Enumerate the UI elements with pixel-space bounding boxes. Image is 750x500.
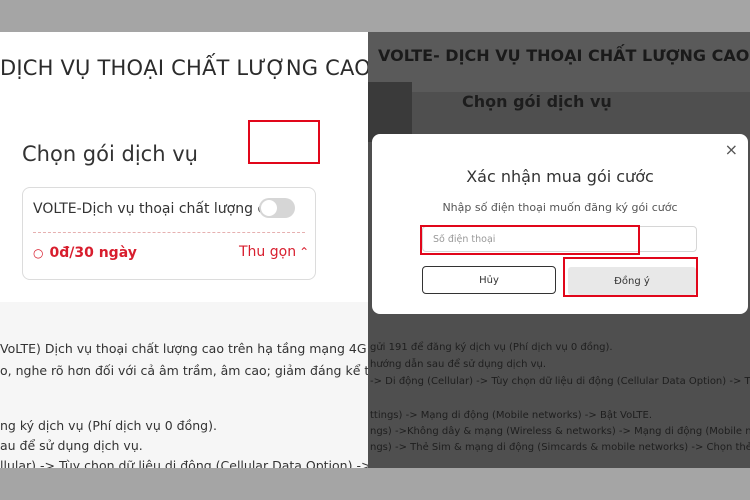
price-tag-icon: ○ bbox=[33, 246, 44, 260]
dimmed-line: ngs) ->Không dây & mạng (Wireless & netw… bbox=[370, 426, 750, 437]
dimmed-banner-title: VOLTE- DỊCH VỤ THOẠI CHẤT LƯỢNG CAO bbox=[378, 46, 750, 65]
toggle-knob bbox=[261, 200, 277, 216]
dimmed-line: hướng dẫn sau để sử dụng dịch vụ. bbox=[370, 359, 547, 370]
instructions-text: ng ký dịch vụ (Phí dịch vụ 0 đồng). au đ… bbox=[0, 416, 368, 468]
confirm-highlight-box bbox=[563, 257, 698, 297]
package-toggle[interactable] bbox=[259, 198, 295, 218]
instruction-line: au để sử dụng dịch vụ. bbox=[0, 438, 143, 453]
description-text: VoLTE) Dịch vụ thoại chất lượng cao trên… bbox=[0, 338, 368, 382]
instruction-line: ng ký dịch vụ (Phí dịch vụ 0 đồng). bbox=[0, 418, 217, 433]
dimmed-section-title: Chọn gói dịch vụ bbox=[462, 92, 612, 111]
dimmed-photo bbox=[368, 82, 412, 142]
dimmed-line: ttings) -> Mạng di động (Mobile networks… bbox=[370, 410, 653, 421]
modal-title: Xác nhận mua gói cước bbox=[466, 167, 654, 186]
modal-subtitle: Nhập số điện thoại muốn đăng ký gói cước bbox=[442, 201, 678, 214]
instruction-line: llular) -> Tùy chọn dữ liệu di động (Cel… bbox=[0, 458, 368, 468]
package-divider bbox=[33, 232, 305, 233]
dimmed-description: gửi 191 để đăng ký dịch vụ (Phí dịch vụ … bbox=[370, 339, 750, 390]
toggle-highlight-box bbox=[248, 120, 320, 164]
close-icon[interactable]: × bbox=[725, 140, 738, 159]
package-card: VOLTE-Dịch vụ thoại chất lượng cao ○ 0đ/… bbox=[22, 187, 316, 280]
section-title: Chọn gói dịch vụ bbox=[22, 142, 198, 166]
collapse-link[interactable]: Thu gọn ⌃ bbox=[239, 244, 309, 260]
left-screenshot-panel: DỊCH VỤ THOẠI CHẤT LƯỢNG CAO Chọn gói dị… bbox=[0, 32, 368, 468]
service-banner: DỊCH VỤ THOẠI CHẤT LƯỢNG CAO bbox=[0, 32, 368, 102]
banner-title: DỊCH VỤ THOẠI CHẤT LƯỢNG CAO bbox=[0, 56, 368, 80]
dimmed-line: -> Di động (Cellular) -> Tùy chọn dữ liệ… bbox=[370, 376, 750, 387]
dimmed-line: ngs) -> Thẻ Sim & mạng di động (Simcards… bbox=[370, 442, 750, 453]
chevron-up-icon: ⌃ bbox=[299, 245, 310, 259]
dimmed-instructions: ttings) -> Mạng di động (Mobile networks… bbox=[370, 408, 750, 456]
description-line: VoLTE) Dịch vụ thoại chất lượng cao trên… bbox=[0, 341, 368, 356]
dimmed-line: gửi 191 để đăng ký dịch vụ (Phí dịch vụ … bbox=[370, 342, 613, 353]
input-highlight-box bbox=[420, 225, 640, 255]
price-row: ○ 0đ/30 ngày bbox=[33, 245, 137, 261]
package-name: VOLTE-Dịch vụ thoại chất lượng cao bbox=[33, 201, 283, 217]
cancel-button[interactable]: Hủy bbox=[422, 266, 556, 294]
description-line: o, nghe rõ hơn đối với cả âm trầm, âm ca… bbox=[0, 363, 368, 378]
collapse-label: Thu gọn bbox=[239, 244, 297, 260]
package-price: 0đ/30 ngày bbox=[49, 245, 137, 261]
